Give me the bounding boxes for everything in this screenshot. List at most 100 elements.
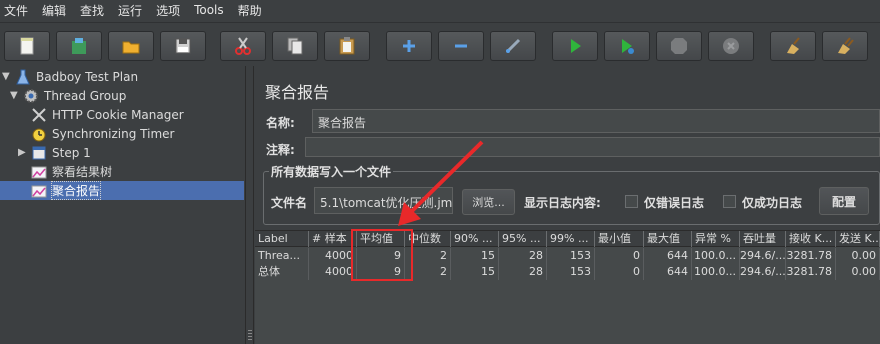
templates-icon — [72, 38, 86, 54]
comment-label: 注释: — [266, 143, 295, 157]
menu-help[interactable]: 帮助 — [238, 2, 262, 19]
configure-button[interactable]: 配置 — [819, 187, 869, 215]
collapse-button[interactable] — [438, 31, 484, 61]
start-button[interactable] — [552, 31, 598, 61]
column-header[interactable]: 最大值 — [644, 231, 692, 247]
menu-search[interactable]: 查找 — [80, 2, 104, 19]
listener-icon — [30, 183, 48, 199]
table-cell: 644 — [644, 248, 692, 264]
browse-button[interactable]: 浏览... — [462, 189, 515, 215]
name-field[interactable]: 聚合报告 — [312, 109, 880, 133]
toolbar — [0, 22, 880, 68]
table-row[interactable]: 总体 4000 9 2 15 28 153 0 644 100.0... 294… — [255, 264, 880, 280]
menu-options[interactable]: 选项 — [156, 2, 180, 19]
table-cell: 15 — [451, 248, 499, 264]
save-button[interactable] — [160, 31, 206, 61]
table-cell: 294.6/... — [740, 264, 786, 280]
table-header: Label # 样本 平均值 中位数 90% ... 95% ... 99% .… — [255, 231, 880, 247]
listener-icon — [30, 164, 48, 180]
column-header[interactable]: 吞吐量 — [740, 231, 786, 247]
stop-button[interactable] — [656, 31, 702, 61]
test-plan-tree: ▼ Badboy Test Plan ▼ Thread Group HTTP C… — [0, 66, 246, 344]
table-cell: 3281.78 — [786, 264, 836, 280]
thread-group-icon — [22, 88, 40, 104]
column-header[interactable]: 95% ... — [499, 231, 547, 247]
new-button[interactable] — [4, 31, 50, 61]
expanded-arrow-icon[interactable]: ▼ — [10, 90, 22, 101]
tree-item-step-1[interactable]: ▶ Step 1 — [18, 143, 91, 162]
table-cell: 294.6/... — [740, 248, 786, 264]
toggle-button[interactable] — [490, 31, 536, 61]
errors-only-checkbox[interactable] — [625, 195, 638, 208]
split-pane-divider[interactable] — [246, 66, 254, 344]
column-header[interactable]: 90% ... — [451, 231, 499, 247]
paste-icon — [339, 37, 355, 55]
templates-button[interactable] — [56, 31, 102, 61]
tree-item-label: Badboy Test Plan — [36, 69, 139, 84]
menu-file[interactable]: 文件 — [4, 2, 28, 19]
tree-item-aggregate-report[interactable]: 聚合报告 — [0, 181, 244, 200]
successes-only-checkbox[interactable] — [723, 195, 736, 208]
clear-all-button[interactable] — [822, 31, 868, 61]
expanded-arrow-icon[interactable]: ▼ — [2, 71, 14, 82]
tree-item-thread-group[interactable]: ▼ Thread Group — [10, 86, 126, 105]
column-header[interactable]: 异常 % — [692, 231, 740, 247]
collapsed-arrow-icon[interactable]: ▶ — [18, 147, 30, 158]
table-cell: 100.0... — [692, 248, 740, 264]
copy-icon — [287, 37, 303, 55]
table-cell: 153 — [547, 264, 595, 280]
table-cell: 0 — [595, 248, 644, 264]
open-button[interactable] — [108, 31, 154, 61]
tree-item-synchronizing-timer[interactable]: Synchronizing Timer — [30, 124, 174, 143]
copy-button[interactable] — [272, 31, 318, 61]
shutdown-button[interactable] — [708, 31, 754, 61]
tree-item-label: Step 1 — [52, 145, 91, 160]
column-header[interactable]: 接收 K... — [786, 231, 836, 247]
tree-item-test-plan[interactable]: ▼ Badboy Test Plan — [2, 67, 138, 86]
table-cell: 4000 — [309, 248, 357, 264]
write-to-file-title: 所有数据写入一个文件 — [269, 163, 394, 180]
table-cell: Threa... — [255, 248, 309, 264]
column-header[interactable]: Label — [255, 231, 309, 247]
start-icon — [571, 39, 581, 53]
comment-field[interactable] — [305, 137, 880, 157]
expand-button[interactable] — [386, 31, 432, 61]
table-cell: 153 — [547, 248, 595, 264]
successes-only-label: 仅成功日志 — [742, 196, 803, 210]
tree-item-label: Synchronizing Timer — [52, 126, 175, 141]
page-title: 聚合报告 — [265, 83, 330, 102]
paste-button[interactable] — [324, 31, 370, 61]
menu-edit[interactable]: 编辑 — [42, 2, 66, 19]
clear-button[interactable] — [770, 31, 816, 61]
filename-field[interactable]: 5.1\tomcat优化压测.jmx — [314, 187, 453, 214]
tree-item-cookie-manager[interactable]: HTTP Cookie Manager — [30, 105, 184, 124]
clear-icon — [787, 37, 800, 54]
menu-bar: 文件 编辑 查找 运行 选项 Tools 帮助 — [0, 0, 880, 20]
name-label: 名称: — [266, 116, 295, 130]
menu-tools[interactable]: Tools — [194, 3, 224, 17]
table-cell: 15 — [451, 264, 499, 280]
start-no-pauses-button[interactable] — [604, 31, 650, 61]
column-header[interactable]: 最小值 — [595, 231, 644, 247]
splitter-grip-icon[interactable] — [248, 330, 252, 342]
table-cell: 28 — [499, 248, 547, 264]
table-cell: 0.00 — [836, 248, 880, 264]
table-cell: 总体 — [255, 264, 309, 280]
column-header[interactable]: 发送 K... — [836, 231, 880, 247]
stop-icon — [671, 38, 687, 54]
new-icon — [20, 37, 34, 55]
tree-item-view-results-tree[interactable]: 察看结果树 — [30, 162, 112, 181]
table-row[interactable]: Threa... 4000 9 2 15 28 153 0 644 100.0.… — [255, 248, 880, 264]
controller-icon — [30, 145, 48, 161]
column-header[interactable]: # 样本 — [309, 231, 357, 247]
menu-run[interactable]: 运行 — [118, 2, 142, 19]
log-contents-label: 显示日志内容: — [524, 196, 601, 210]
table-cell: 644 — [644, 264, 692, 280]
cut-button[interactable] — [220, 31, 266, 61]
column-header[interactable]: 99% ... — [547, 231, 595, 247]
filename-label: 文件名 — [271, 196, 308, 210]
tree-item-label: 聚合报告 — [50, 181, 102, 200]
tree-item-label: HTTP Cookie Manager — [52, 107, 184, 122]
tree-item-label: Thread Group — [44, 88, 127, 103]
cut-icon — [235, 37, 251, 55]
